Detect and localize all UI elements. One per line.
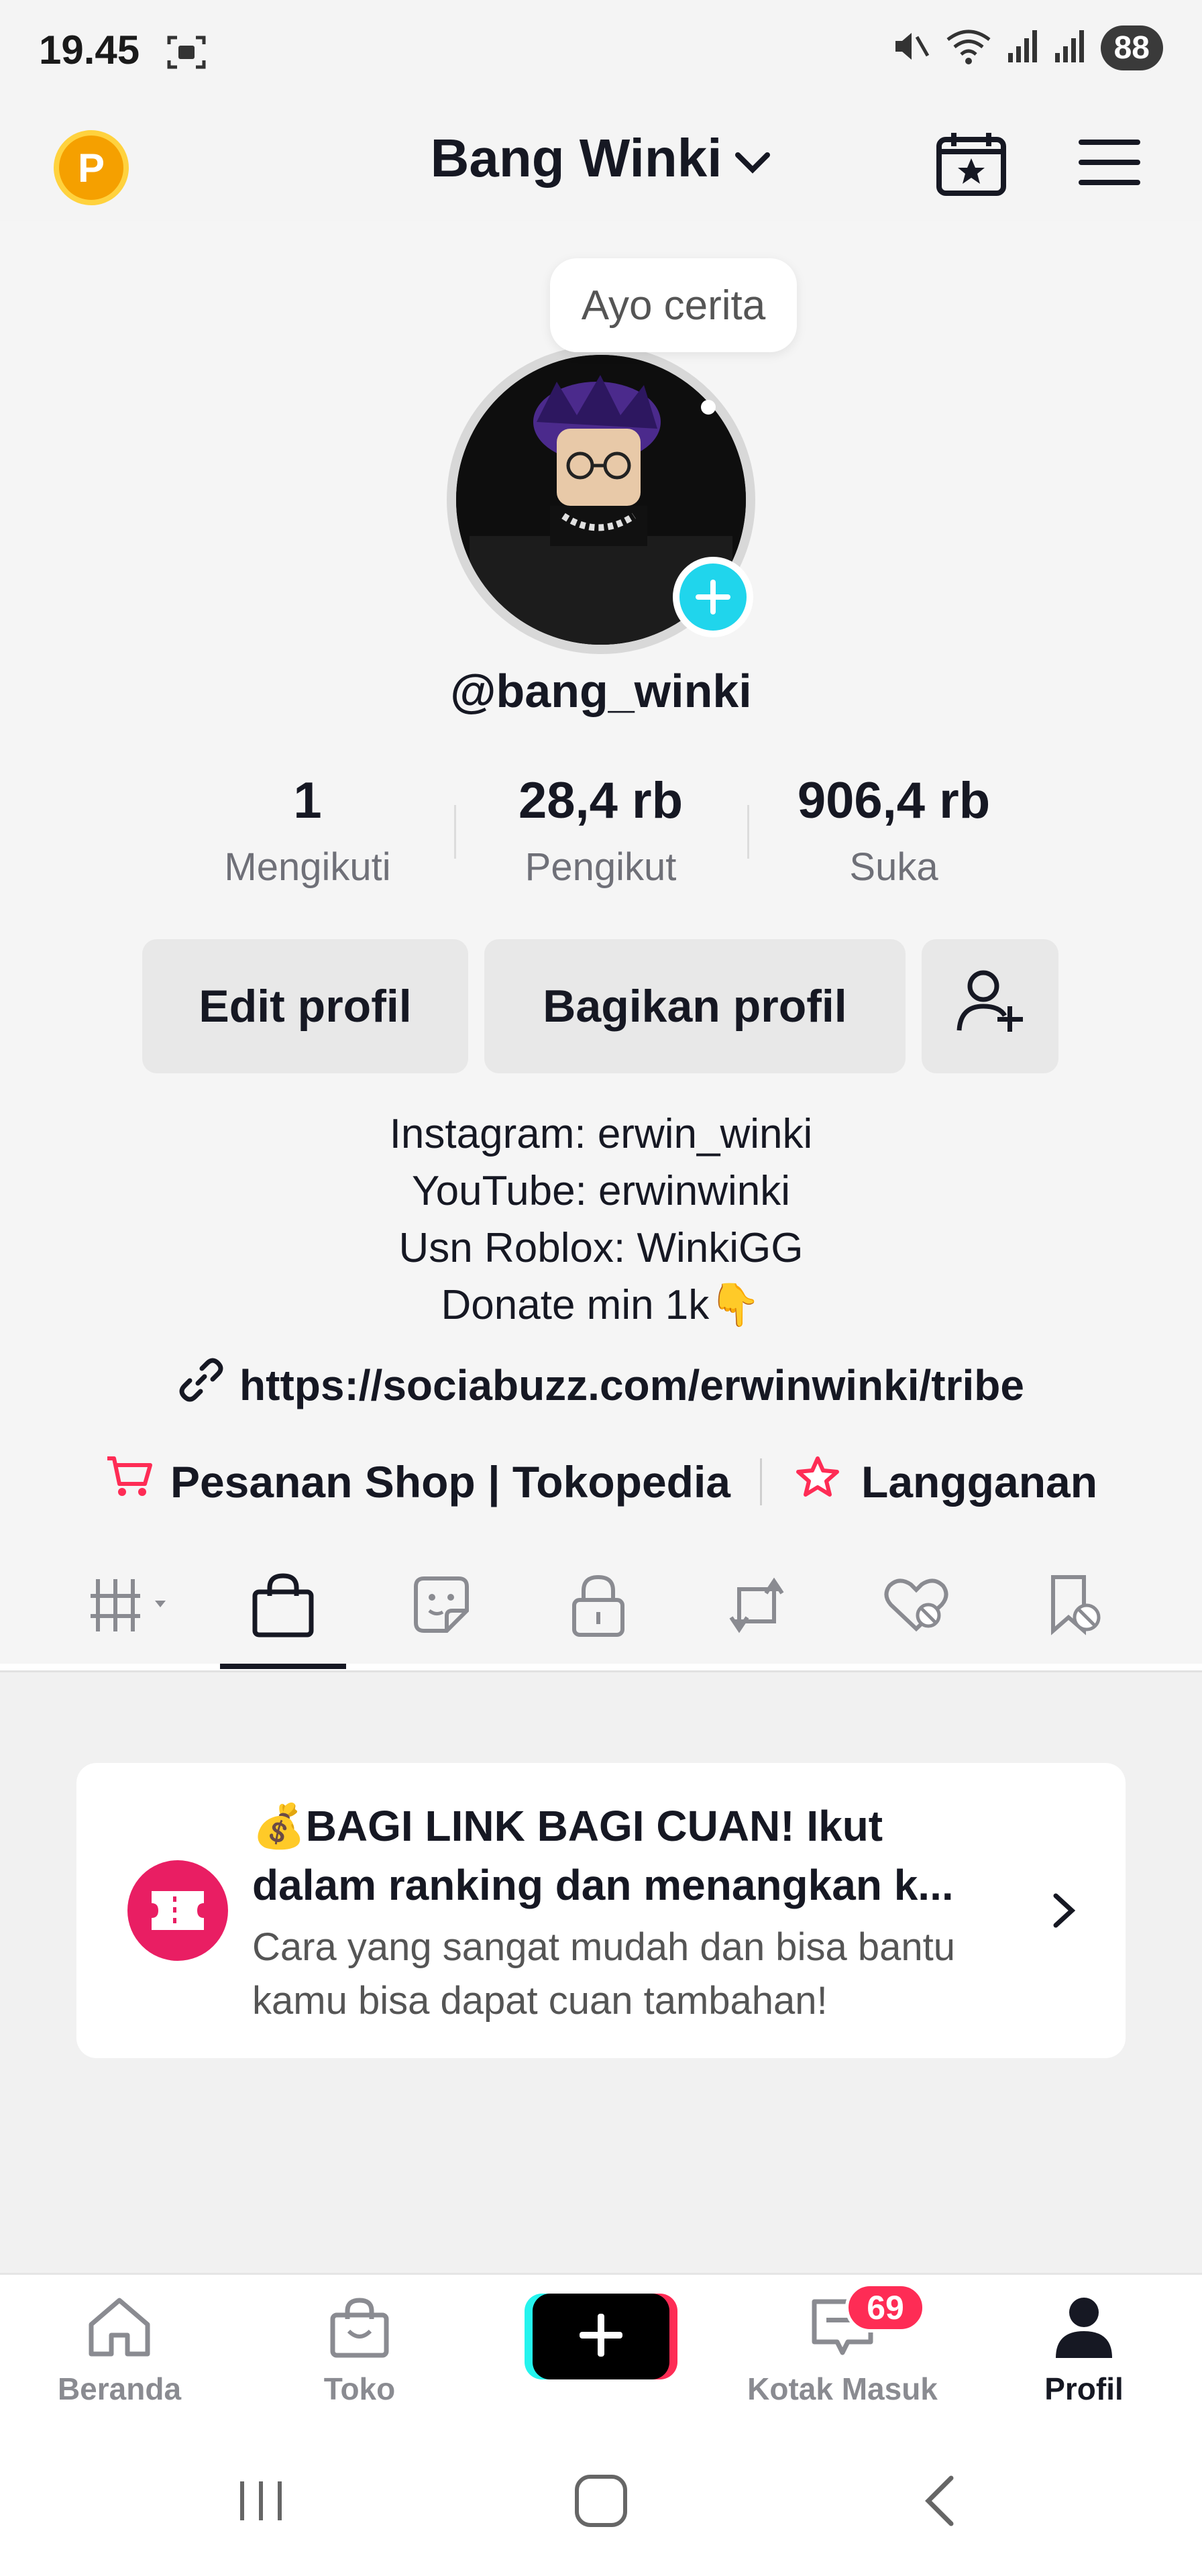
profile-bio: Instagram: erwin_winki YouTube: erwinwin… xyxy=(0,1106,1202,1334)
chevron-down-icon xyxy=(734,127,771,189)
subscription-link[interactable]: Langganan xyxy=(861,1456,1097,1507)
cart-icon xyxy=(105,1454,153,1509)
battery-indicator: 88 xyxy=(1100,25,1163,70)
add-friend-button[interactable] xyxy=(922,939,1058,1073)
stat-followers[interactable]: 28,4 rb Pengikut xyxy=(454,771,747,890)
stat-value: 906,4 rb xyxy=(797,772,991,829)
shopping-bag-icon xyxy=(251,1572,315,1642)
stat-likes[interactable]: 906,4 rb Suka xyxy=(747,771,1040,890)
link-icon xyxy=(178,1356,225,1413)
shop-icon xyxy=(327,2295,392,2363)
tab-private[interactable] xyxy=(551,1570,645,1644)
content-tabs xyxy=(0,1543,1202,1670)
shop-row: Pesanan Shop | Tokopedia Langganan xyxy=(0,1454,1202,1509)
nav-home[interactable]: Beranda xyxy=(19,2295,220,2407)
nav-profile[interactable]: Profil xyxy=(983,2295,1185,2407)
nav-label: Beranda xyxy=(57,2371,182,2406)
favorites-hidden-icon xyxy=(1042,1573,1107,1641)
profile-header: P Bang Winki xyxy=(0,101,1202,221)
nav-shop[interactable]: Toko xyxy=(259,2295,460,2407)
sticker-icon xyxy=(409,1573,474,1641)
add-friend-icon xyxy=(954,967,1026,1045)
bio-line: YouTube: erwinwinki xyxy=(411,1168,791,1214)
stat-value: 28,4 rb xyxy=(518,772,684,829)
promo-title: 💰BAGI LINK BAGI CUAN! Ikut dalam ranking… xyxy=(252,1802,954,1909)
tab-stickers[interactable] xyxy=(394,1570,488,1644)
tab-liked[interactable] xyxy=(869,1570,963,1644)
link-text: https://sociabuzz.com/erwinwinki/tribe xyxy=(239,1360,1024,1409)
create-button[interactable] xyxy=(533,2294,669,2379)
profile-stats: 1 Mengikuti 28,4 rb Pengikut 906,4 rb Su… xyxy=(161,771,1041,890)
bio-line: Donate min 1k👇 xyxy=(441,1282,761,1328)
add-photo-button[interactable] xyxy=(673,557,753,637)
home-icon xyxy=(86,2295,153,2363)
promo-subtitle: Cara yang sangat mudah dan bisa bantu ka… xyxy=(252,1925,955,2023)
note-bubble[interactable]: Ayo cerita xyxy=(550,258,797,352)
home-button-icon[interactable] xyxy=(561,2467,641,2534)
bio-line: Instagram: erwin_winki xyxy=(389,1111,813,1157)
username-handle: @bang_winki xyxy=(450,665,752,717)
divider xyxy=(760,1458,763,1505)
screenshot-icon xyxy=(166,34,207,74)
tab-favorites[interactable] xyxy=(1028,1570,1122,1644)
wifi-icon xyxy=(945,28,992,68)
system-navigation xyxy=(0,2427,1202,2576)
calendar-star-icon[interactable] xyxy=(935,130,1007,201)
shop-orders-link[interactable]: Pesanan Shop | Tokopedia xyxy=(170,1456,730,1507)
promo-card[interactable]: 💰BAGI LINK BAGI CUAN! Ikut dalam ranking… xyxy=(76,1763,1126,2058)
nav-label: Toko xyxy=(323,2371,396,2406)
plus-icon xyxy=(577,2311,625,2363)
profile-link[interactable]: https://sociabuzz.com/erwinwinki/tribe xyxy=(0,1356,1202,1413)
edit-profile-button[interactable]: Edit profil xyxy=(142,939,468,1073)
recent-apps-icon[interactable] xyxy=(221,2467,302,2534)
back-icon[interactable] xyxy=(899,2467,979,2534)
nav-label: Profil xyxy=(1044,2371,1124,2406)
tab-reposts[interactable] xyxy=(710,1570,804,1644)
note-bubble-tail xyxy=(701,400,716,415)
stat-label: Mengikuti xyxy=(224,845,391,889)
status-time: 19.45 xyxy=(39,28,140,72)
stat-label: Pengikut xyxy=(525,845,677,889)
menu-icon[interactable] xyxy=(1077,138,1142,190)
lock-icon xyxy=(570,1573,626,1641)
subscription-icon xyxy=(791,1454,844,1509)
liked-hidden-icon xyxy=(881,1575,951,1639)
tab-content: 💰BAGI LINK BAGI CUAN! Ikut dalam ranking… xyxy=(0,1672,1202,2273)
account-switcher[interactable]: Bang Winki xyxy=(0,127,1202,189)
chevron-right-icon xyxy=(1049,1890,1079,1934)
account-name: Bang Winki xyxy=(430,128,722,188)
signal-icon xyxy=(1007,29,1039,67)
stat-label: Suka xyxy=(849,845,938,889)
bottom-nav: Beranda Toko Kotak Masuk 69 Profil xyxy=(0,2273,1202,2427)
grid-icon xyxy=(91,1575,184,1639)
mute-icon xyxy=(891,28,930,68)
share-profile-button[interactable]: Bagikan profil xyxy=(484,939,906,1073)
active-tab-indicator xyxy=(220,1664,346,1669)
signal-icon xyxy=(1054,29,1086,67)
repost-icon xyxy=(723,1573,790,1641)
stat-following[interactable]: 1 Mengikuti xyxy=(161,771,454,890)
tab-videos[interactable] xyxy=(91,1570,184,1644)
status-bar: 19.45 88 xyxy=(0,0,1202,101)
profile-section: Ayo cerita @bang_winki 1 Mengikuti 28,4 … xyxy=(0,221,1202,1664)
ticket-icon xyxy=(127,1860,228,1961)
tab-shop[interactable] xyxy=(236,1570,330,1644)
profile-icon xyxy=(1052,2295,1116,2363)
nav-label: Kotak Masuk xyxy=(747,2371,938,2406)
inbox-badge: 69 xyxy=(845,2283,926,2332)
stat-value: 1 xyxy=(293,772,322,829)
bio-line: Usn Roblox: WinkiGG xyxy=(398,1225,804,1271)
